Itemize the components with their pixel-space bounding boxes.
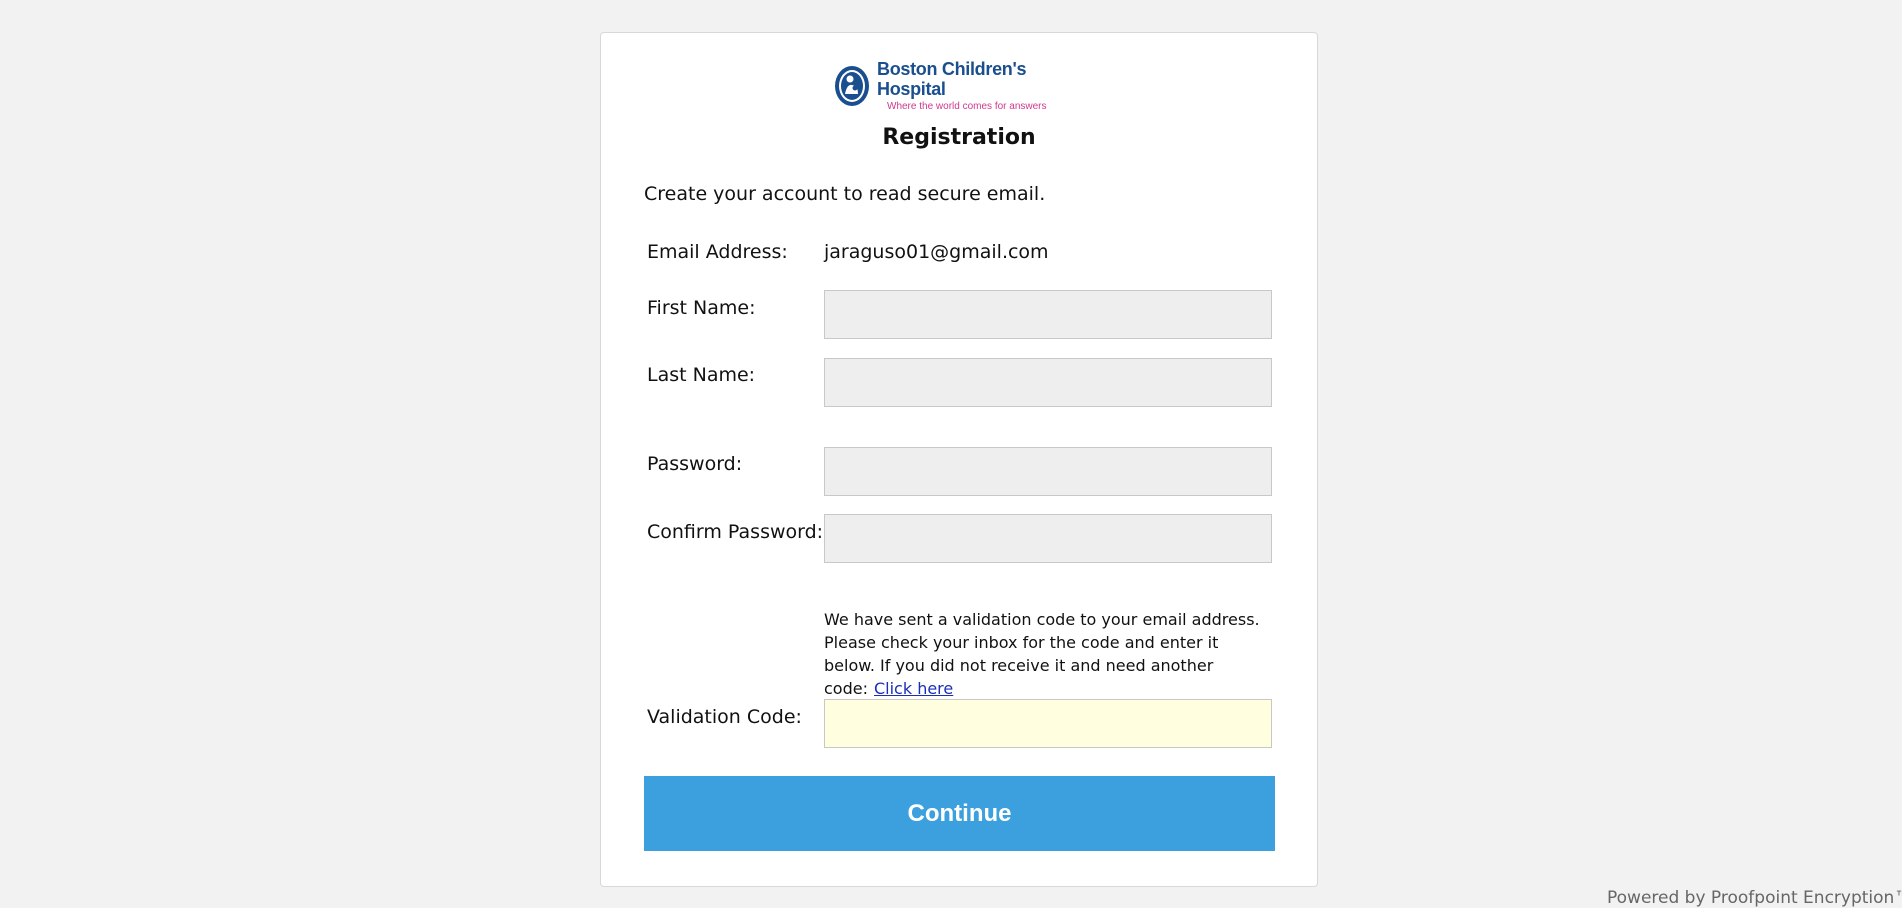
email-value: jaraguso01@gmail.com: [824, 241, 1049, 263]
logo-name: Boston Children's Hospital: [877, 59, 1027, 99]
first-name-input[interactable]: [824, 290, 1272, 339]
page-title: Registration: [882, 125, 1036, 150]
password-input[interactable]: [824, 447, 1272, 496]
validation-note: We have sent a validation code to your e…: [824, 608, 1274, 700]
password-label: Password:: [647, 453, 743, 475]
last-name-input[interactable]: [824, 358, 1272, 407]
last-name-label: Last Name:: [647, 364, 756, 386]
registration-card: Boston Children's Hospital Where the wor…: [600, 32, 1318, 887]
hospital-logo: Boston Children's Hospital Where the wor…: [833, 59, 1093, 112]
validation-code-input[interactable]: [824, 699, 1272, 748]
logo-tagline: Where the world comes for answers: [887, 101, 1047, 112]
validation-code-label: Validation Code:: [647, 706, 802, 728]
intro-text: Create your account to read secure email…: [644, 183, 1046, 205]
email-label: Email Address:: [647, 241, 788, 263]
resend-code-link[interactable]: Click here: [874, 679, 953, 698]
confirm-password-label: Confirm Password:: [647, 521, 824, 543]
hospital-logo-icon: [835, 66, 869, 106]
first-name-label: First Name:: [647, 297, 756, 319]
confirm-password-input[interactable]: [824, 514, 1272, 563]
continue-button[interactable]: Continue: [644, 776, 1275, 851]
powered-by-footer: Powered by Proofpoint Encryption™: [1607, 888, 1902, 908]
